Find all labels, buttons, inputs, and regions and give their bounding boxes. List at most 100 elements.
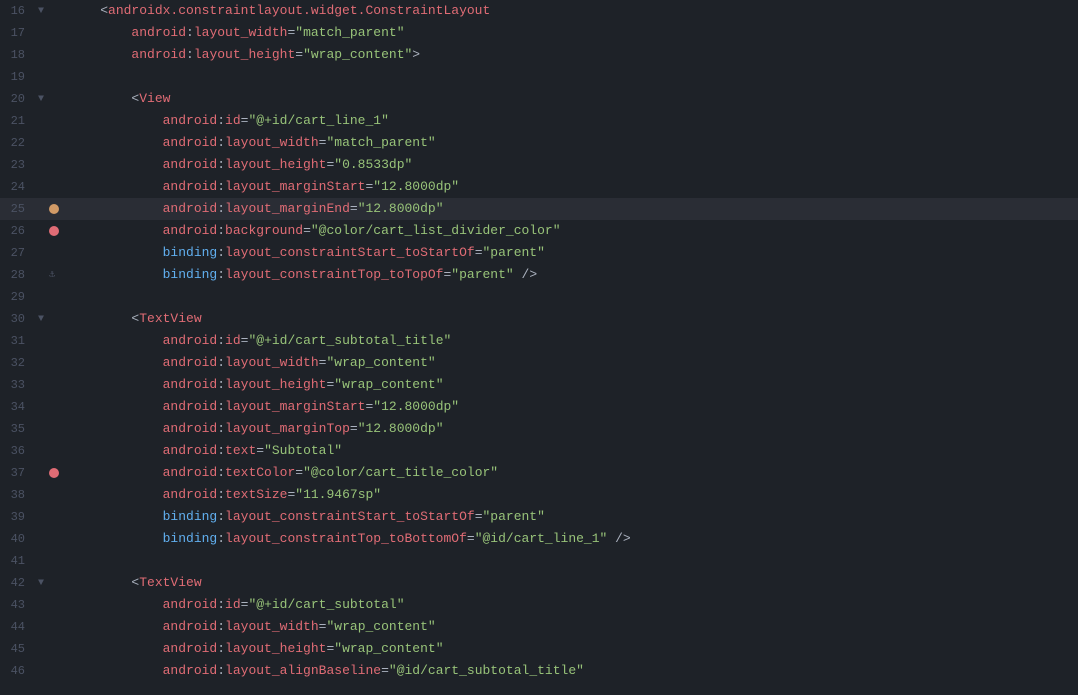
token-attr-name: android (163, 443, 218, 458)
code-line-33: 33 android:layout_height="wrap_content" (0, 374, 1078, 396)
token-attr-name: android (163, 179, 218, 194)
token-attr-name: layout_constraintTop_toTopOf (225, 267, 443, 282)
code-line-19: 19 (0, 66, 1078, 88)
line-number: 19 (0, 70, 35, 84)
line-number: 39 (0, 510, 35, 524)
line-number: 40 (0, 532, 35, 546)
line-number: 20 (0, 92, 35, 106)
editor-container: 16▼ <androidx.constraintlayout.widget.Co… (0, 0, 1078, 695)
breakpoint-icon[interactable] (49, 226, 59, 236)
line-number: 44 (0, 620, 35, 634)
code-text: android:id="@+id/cart_subtotal_title" (65, 330, 1078, 352)
token-attr-name: android (163, 113, 218, 128)
code-line-39: 39 binding:layout_constraintStart_toStar… (0, 506, 1078, 528)
code-text: android:id="@+id/cart_line_1" (65, 110, 1078, 132)
code-text: <TextView (65, 308, 1078, 330)
token-text-content (69, 399, 163, 414)
token-attr-value: "@id/cart_line_1" (475, 531, 608, 546)
code-line-26: 26 android:background="@color/cart_list_… (0, 220, 1078, 242)
breakpoint-icon[interactable] (49, 468, 59, 478)
token-attr-value: "parent" (483, 509, 545, 524)
code-line-32: 32 android:layout_width="wrap_content" (0, 352, 1078, 374)
line-number: 38 (0, 488, 35, 502)
token-attr-name: android (163, 641, 218, 656)
token-tag: TextView (139, 311, 201, 326)
line-number: 24 (0, 180, 35, 194)
fold-icon[interactable]: ▼ (35, 314, 47, 325)
code-line-43: 43 android:id="@+id/cart_subtotal" (0, 594, 1078, 616)
token-text-content (69, 355, 163, 370)
token-text-content (69, 465, 163, 480)
token-attr-value: "parent" (451, 267, 513, 282)
token-attr-value: "@color/cart_title_color" (303, 465, 498, 480)
token-attr-name: android (163, 377, 218, 392)
token-equals: = (350, 421, 358, 436)
token-text-content: < (69, 91, 139, 106)
token-equals: = (256, 443, 264, 458)
code-text: android:layout_width="match_parent" (65, 132, 1078, 154)
token-text-content: : (217, 663, 225, 678)
token-binding-name: binding (163, 531, 218, 546)
bookmark-icon[interactable] (49, 204, 59, 214)
token-attr-name: layout_constraintStart_toStartOf (225, 245, 475, 260)
token-attr-value: "12.8000dp" (373, 399, 459, 414)
token-text-content: : (217, 157, 225, 172)
fold-icon[interactable]: ▼ (35, 578, 47, 589)
token-attr-value: "match_parent" (295, 25, 404, 40)
token-text-content (69, 223, 163, 238)
code-text: android:layout_height="wrap_content" (65, 638, 1078, 660)
token-attr-name: android (163, 157, 218, 172)
token-text-content: : (217, 267, 225, 282)
token-text-content: : (217, 135, 225, 150)
line-number: 42 (0, 576, 35, 590)
line-icons: ▼ (35, 6, 65, 17)
code-text: <TextView (65, 572, 1078, 594)
token-attr-name: id (225, 113, 241, 128)
token-tag: TextView (139, 575, 201, 590)
line-number: 30 (0, 312, 35, 326)
line-number: 32 (0, 356, 35, 370)
token-tag: View (139, 91, 170, 106)
token-text-content (69, 663, 163, 678)
line-number: 22 (0, 136, 35, 150)
code-line-24: 24 android:layout_marginStart="12.8000dp… (0, 176, 1078, 198)
token-attr-name: android (163, 223, 218, 238)
token-text-content (69, 267, 163, 282)
token-attr-value: "@+id/cart_subtotal_title" (248, 333, 451, 348)
fold-icon[interactable]: ▼ (35, 94, 47, 105)
token-attr-value: "wrap_content" (326, 619, 435, 634)
code-line-20: 20▼ <View (0, 88, 1078, 110)
code-line-28: 28⚓ binding:layout_constraintTop_toTopOf… (0, 264, 1078, 286)
token-attr-name: id (225, 333, 241, 348)
token-attr-value: "wrap_content" (334, 641, 443, 656)
token-equals: = (295, 47, 303, 62)
code-line-44: 44 android:layout_width="wrap_content" (0, 616, 1078, 638)
token-attr-name: layout_height (225, 157, 326, 172)
token-attr-name: textColor (225, 465, 295, 480)
code-text: android:layout_marginEnd="12.8000dp" (65, 198, 1078, 220)
token-attr-name: layout_marginStart (225, 179, 365, 194)
token-equals: = (303, 223, 311, 238)
code-text: android:layout_height="wrap_content" (65, 374, 1078, 396)
token-text-content: : (217, 421, 225, 436)
code-area: 16▼ <androidx.constraintlayout.widget.Co… (0, 0, 1078, 695)
token-text-content: : (186, 47, 194, 62)
token-text-content: : (217, 509, 225, 524)
token-text-content: /> (607, 531, 630, 546)
token-text-content: < (69, 575, 139, 590)
fold-icon[interactable]: ▼ (35, 6, 47, 17)
code-line-18: 18 android:layout_height="wrap_content"> (0, 44, 1078, 66)
token-attr-name: layout_constraintStart_toStartOf (225, 509, 475, 524)
token-text-content (69, 421, 163, 436)
token-attr-value: "wrap_content" (303, 47, 412, 62)
line-number: 36 (0, 444, 35, 458)
line-number: 18 (0, 48, 35, 62)
code-text: android:layout_height="0.8533dp" (65, 154, 1078, 176)
token-text-content: : (217, 465, 225, 480)
token-attr-name: layout_alignBaseline (225, 663, 381, 678)
code-text: android:layout_marginTop="12.8000dp" (65, 418, 1078, 440)
token-text-content: > (412, 47, 420, 62)
code-line-29: 29 (0, 286, 1078, 308)
line-number: 45 (0, 642, 35, 656)
line-number: 27 (0, 246, 35, 260)
